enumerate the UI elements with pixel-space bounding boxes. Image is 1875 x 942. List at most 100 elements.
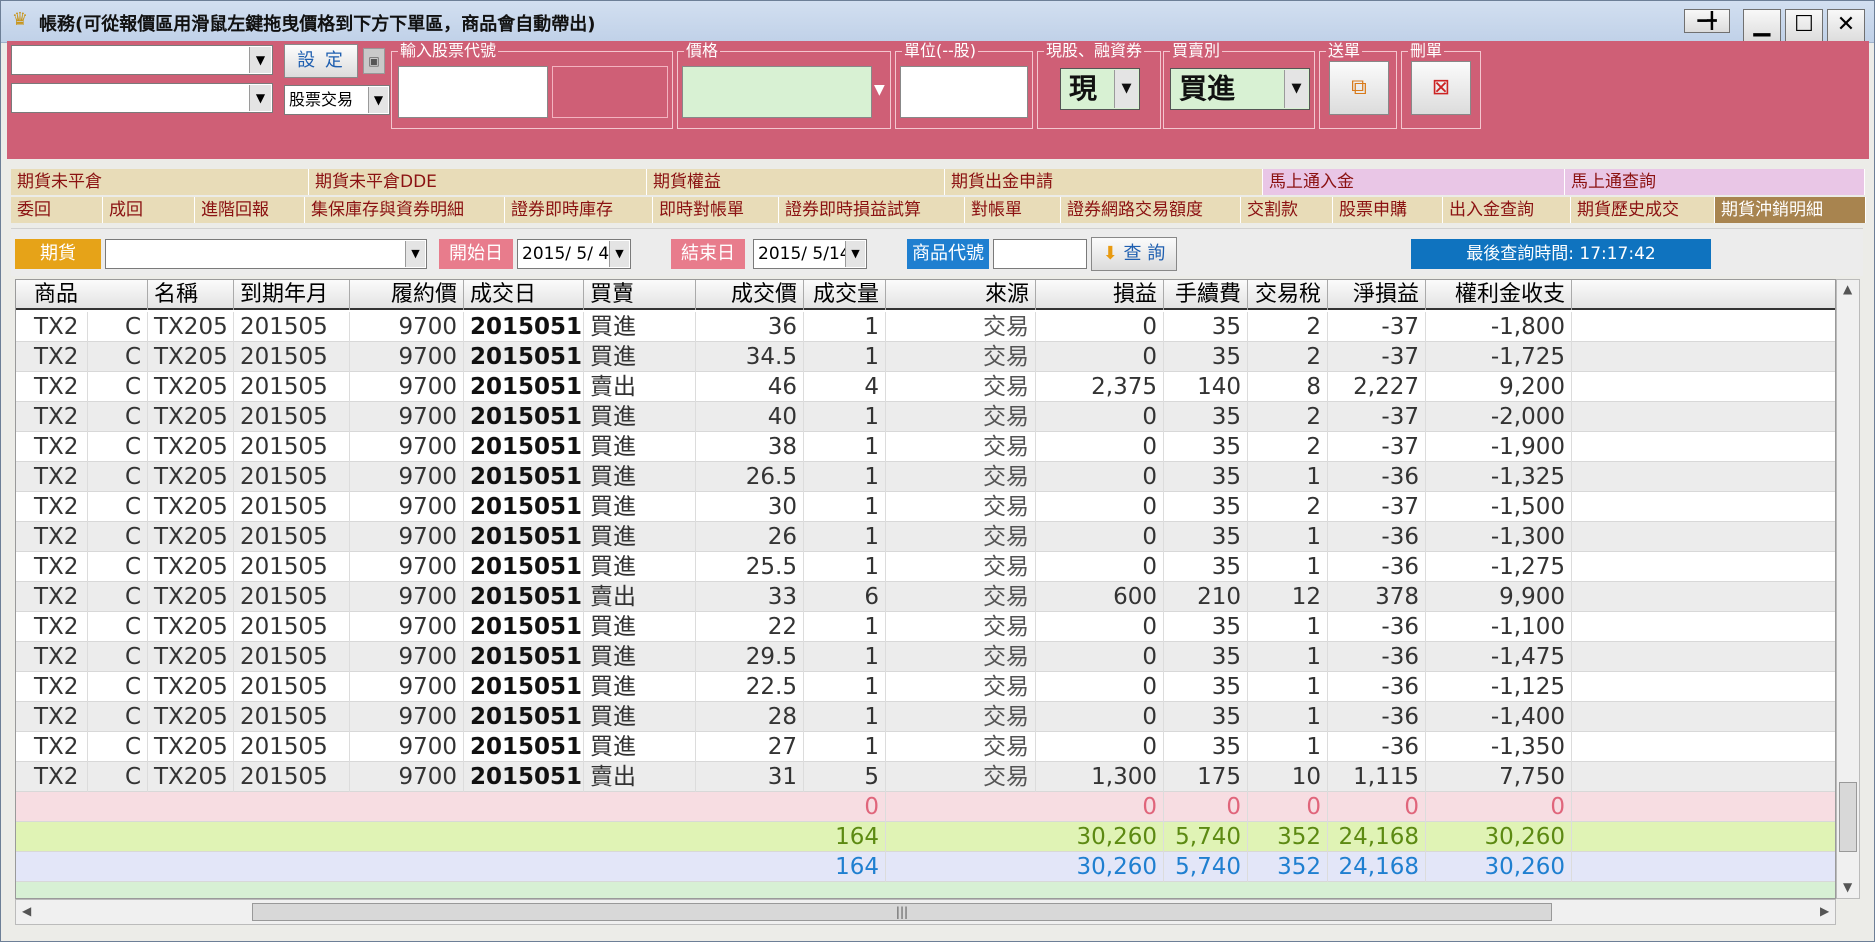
table-row[interactable]: TX2CTX205201505970020150513買進261交易0351-3… [16,522,1835,552]
table-header: 商品 名稱 到期年月 履約價 成交日 買賣 成交價 成交量 來源 損益 手續費 交易稅 淨損益 權利金收支 [16,280,1835,310]
tab-order-report[interactable]: 委回 [11,197,103,223]
chevron-down-icon[interactable]: ▼ [249,85,271,111]
stock-code-input[interactable] [398,66,548,118]
tab-futures-open-dde[interactable]: 期貨未平倉DDE [309,169,647,195]
cell-date: 20150513 [464,522,584,552]
tab-ipo[interactable]: 股票申購 [1333,197,1443,223]
tab-fill-report[interactable]: 成回 [103,197,195,223]
scroll-right-icon[interactable]: ▶ [1820,904,1829,918]
start-date-picker[interactable]: 2015/ 5/ 4 ▼ [517,239,631,269]
chevron-down-icon[interactable]: ▼ [249,47,271,73]
offset-detail-table[interactable]: 商品 名稱 到期年月 履約價 成交日 買賣 成交價 成交量 來源 損益 手續費 交易稅 淨損益 權利金收支… [15,279,1836,899]
tab-futures-withdraw[interactable]: 期貨出金申請 [945,169,1263,195]
close-button[interactable]: ✕ [1827,9,1865,43]
chevron-down-icon[interactable]: ▼ [609,241,629,267]
column-header[interactable]: 來源 [886,280,1036,310]
column-header[interactable]: 履約價 [350,280,464,310]
column-header[interactable]: 淨損益 [1328,280,1426,310]
trade-type-select[interactable]: 股票交易 ▼ [284,85,390,115]
tab-fund-query[interactable]: 出入金查詢 [1443,197,1571,223]
end-date-picker[interactable]: 2015/ 5/14 ▼ [753,239,867,269]
column-header[interactable]: 權利金收支 [1426,280,1572,310]
scroll-thumb-horizontal[interactable]: ||| [252,903,1552,921]
table-row[interactable]: TX2CTX205201505970020150513買進301交易0352-3… [16,492,1835,522]
futures-select[interactable]: ▼ [105,239,427,269]
tab-futures-equity[interactable]: 期貨權益 [647,169,945,195]
buy-sell-select[interactable]: 買進 ▼ [1170,68,1310,110]
tab-custody[interactable]: 集保庫存與資券明細 [305,197,505,223]
tab-futures-history[interactable]: 期貨歷史成交 [1571,197,1715,223]
send-order-button[interactable]: ⧉ [1329,61,1389,115]
table-row[interactable]: TX2CTX205201505970020150513買進361交易0352-3… [16,312,1835,342]
tab-settlement[interactable]: 交割款 [1241,197,1333,223]
table-row[interactable]: TX2CTX205201505970020150513買進271交易0351-3… [16,732,1835,762]
account-select-1[interactable]: ▼ [11,45,273,75]
table-row[interactable]: TX2CTX205201505970020150513買進25.51交易0351… [16,552,1835,582]
scroll-down-icon[interactable]: ▼ [1843,880,1852,894]
unit-input[interactable] [900,66,1028,118]
column-header[interactable]: 買賣 [584,280,696,310]
cell-exp: 201505 [234,612,350,642]
column-header[interactable]: 到期年月 [234,280,350,310]
cell-fee: 35 [1164,612,1248,642]
cell-src: 交易 [886,522,1036,552]
scroll-left-icon[interactable]: ◀ [22,904,31,918]
tab-instant-deposit[interactable]: 馬上通入金 [1263,169,1565,195]
column-header[interactable]: 商品 [28,280,148,310]
vertical-scrollbar[interactable]: ▲ ▼ [1836,279,1860,899]
cell-cp: C [88,522,148,552]
column-header[interactable]: 交易稅 [1248,280,1328,310]
tab-trading-limit[interactable]: 證券網路交易額度 [1061,197,1241,223]
cell-prod: TX2 [28,522,88,552]
tab-futures-offset[interactable]: 期貨沖銷明細 [1715,197,1866,223]
table-row[interactable]: TX2CTX205201505970020150513賣出336交易600210… [16,582,1835,612]
table-row[interactable]: TX2CTX205201505970020150513買進26.51交易0351… [16,462,1835,492]
horizontal-scrollbar[interactable]: ◀ ||| ▶ [15,899,1836,925]
column-header[interactable]: 成交價 [696,280,804,310]
table-row[interactable]: TX2CTX205201505970020150513買進221交易0351-3… [16,612,1835,642]
account-select-2[interactable]: ▼ [11,83,273,113]
chevron-down-icon[interactable]: ▼ [405,241,425,267]
tab-securities-pl[interactable]: 證券即時損益試算 [779,197,965,223]
account-window: ♛ 帳務(可從報價區用滑鼠左鍵拖曳價格到下方下單區，商品會自動帶出) ━╋ ▁ … [0,0,1875,942]
chevron-down-icon[interactable]: ▼ [845,241,865,267]
code-input[interactable] [993,239,1087,269]
column-header[interactable]: 成交量 [804,280,886,310]
lock-icon[interactable]: ▣ [363,48,385,74]
cell-tax: 1 [1248,522,1328,552]
chevron-down-icon[interactable]: ▼ [368,87,388,113]
pin-button[interactable]: ━╋ [1684,9,1730,33]
table-row[interactable]: TX2CTX205201505970020150513買進401交易0352-3… [16,402,1835,432]
table-row[interactable]: TX2CTX205201505970020150513買進281交易0351-3… [16,702,1835,732]
cash-margin-select[interactable]: 現 ▼ [1060,68,1140,110]
delete-order-button[interactable]: ⊠ [1411,61,1471,115]
column-header[interactable]: 損益 [1036,280,1164,310]
cell-qty: 6 [804,582,886,612]
tab-instant-statement[interactable]: 即時對帳單 [653,197,779,223]
minimize-button[interactable]: ▁ [1743,9,1781,43]
table-row[interactable]: TX2CTX205201505970020150513賣出315交易1,3001… [16,762,1835,792]
tab-instant-query[interactable]: 馬上通查詢 [1565,169,1865,195]
query-button[interactable]: ⬇ 查 詢 [1091,237,1177,271]
tab-statement[interactable]: 對帳單 [965,197,1061,223]
table-row[interactable]: TX2CTX205201505970020150513買進381交易0352-3… [16,432,1835,462]
column-header[interactable]: 成交日 [464,280,584,310]
table-row[interactable]: TX2CTX205201505970020150513買進22.51交易0351… [16,672,1835,702]
chevron-down-icon[interactable]: ▼ [1114,70,1138,108]
cell-fee: 35 [1164,732,1248,762]
table-row[interactable]: TX2CTX205201505970020150513賣出464交易2,3751… [16,372,1835,402]
scroll-thumb-vertical[interactable] [1839,782,1857,852]
price-dropdown-icon[interactable]: ▼ [874,82,885,98]
set-button[interactable]: 設 定 [284,44,358,78]
column-header[interactable]: 名稱 [148,280,234,310]
tab-advanced-report[interactable]: 進階回報 [195,197,305,223]
maximize-button[interactable]: ☐ [1785,9,1823,43]
tab-futures-open[interactable]: 期貨未平倉 [11,169,309,195]
column-header[interactable]: 手續費 [1164,280,1248,310]
tab-securities-inventory[interactable]: 證券即時庫存 [505,197,653,223]
table-row[interactable]: TX2CTX205201505970020150513買進29.51交易0351… [16,642,1835,672]
chevron-down-icon[interactable]: ▼ [1284,70,1308,108]
price-input[interactable] [682,66,872,118]
table-row[interactable]: TX2CTX205201505970020150513買進34.51交易0352… [16,342,1835,372]
scroll-up-icon[interactable]: ▲ [1843,282,1852,296]
